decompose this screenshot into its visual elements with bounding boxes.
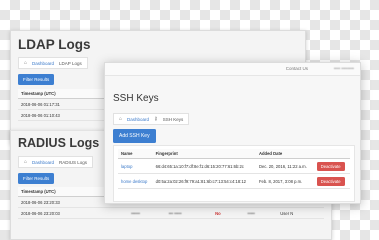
user-menu[interactable]: •••• •••••••• xyxy=(334,66,354,71)
success-cell: No xyxy=(212,207,245,219)
contact-us-link[interactable]: Contact Us xyxy=(286,66,308,71)
breadcrumb-current: RADIUS Logs xyxy=(59,159,88,165)
fingerprint-cell: d0:5a:2a:02:26:f9:79:a1:81:6b:c7:13:54:c… xyxy=(152,173,256,189)
timestamp-cell: 2018-06-06 23:20:03 xyxy=(18,207,129,219)
key-icon: ⚷ xyxy=(154,116,158,122)
column-header xyxy=(313,149,350,159)
key-name-link[interactable]: home desktop xyxy=(118,173,153,189)
added-date-cell: Dec. 20, 2016, 11:22 a.m. xyxy=(255,158,314,174)
page-title: SSH Keys xyxy=(113,93,159,104)
breadcrumb: ⌂ Dashboard RADIUS Logs xyxy=(18,156,94,168)
table-row: home desktop d0:5a:2a:02:26:f9:79:a1:81:… xyxy=(118,173,350,189)
table-row: 2018-06-06 23:20:03 •••••• ••• ••••• No … xyxy=(18,207,324,219)
added-date-cell: Feb. 8, 2017, 3:08 p.m. xyxy=(255,173,314,189)
filter-results-button[interactable]: Filter Results xyxy=(18,74,55,85)
breadcrumb-current: LDAP Logs xyxy=(59,60,82,66)
user-cell: •••••• xyxy=(128,207,166,219)
breadcrumb-dashboard[interactable]: Dashboard xyxy=(32,160,54,165)
result-cell: User N xyxy=(277,207,324,219)
home-icon: ⌂ xyxy=(24,159,28,165)
breadcrumb: ⌂ Dashboard LDAP Logs xyxy=(18,57,88,69)
column-header: Added Date xyxy=(255,149,314,159)
ssh-keys-card: Name Fingerprint Added Date laptop 66:d4… xyxy=(113,145,355,202)
breadcrumb-dashboard[interactable]: Dashboard xyxy=(32,61,54,66)
column-header: Fingerprint xyxy=(152,149,256,159)
home-icon: ⌂ xyxy=(119,116,123,122)
redacted-cell: ••• ••••• xyxy=(165,207,213,219)
deactivate-button[interactable]: Deactivate xyxy=(316,161,345,171)
fingerprint-cell: 66:d4:65:1a:10:f7:df:8e:f1:d6:15:20:77:6… xyxy=(152,158,256,174)
redacted-cell: ••••• xyxy=(244,207,278,219)
page-title: RADIUS Logs xyxy=(18,136,100,150)
breadcrumb: ⌂ Dashboard ⚷ SSH Keys xyxy=(113,113,190,125)
column-header: Name xyxy=(118,149,153,159)
deactivate-button[interactable]: Deactivate xyxy=(316,176,345,186)
key-name-link[interactable]: laptop xyxy=(118,158,153,174)
breadcrumb-dashboard[interactable]: Dashboard xyxy=(127,117,149,122)
ssh-keys-table: Name Fingerprint Added Date laptop 66:d4… xyxy=(118,149,350,189)
table-row: laptop 66:d4:65:1a:10:f7:df:8e:f1:d6:15:… xyxy=(118,158,350,174)
ssh-keys-window: Contact Us •••• •••••••• SSH Keys ⌂ Dash… xyxy=(104,62,361,204)
add-ssh-key-button[interactable]: Add SSH Key xyxy=(113,129,156,143)
page-title: LDAP Logs xyxy=(18,37,91,52)
top-navbar: Contact Us •••• •••••••• xyxy=(105,63,360,76)
filter-results-button[interactable]: Filter Results xyxy=(18,173,55,184)
breadcrumb-current: SSH Keys xyxy=(162,116,184,122)
home-icon: ⌂ xyxy=(24,60,28,66)
